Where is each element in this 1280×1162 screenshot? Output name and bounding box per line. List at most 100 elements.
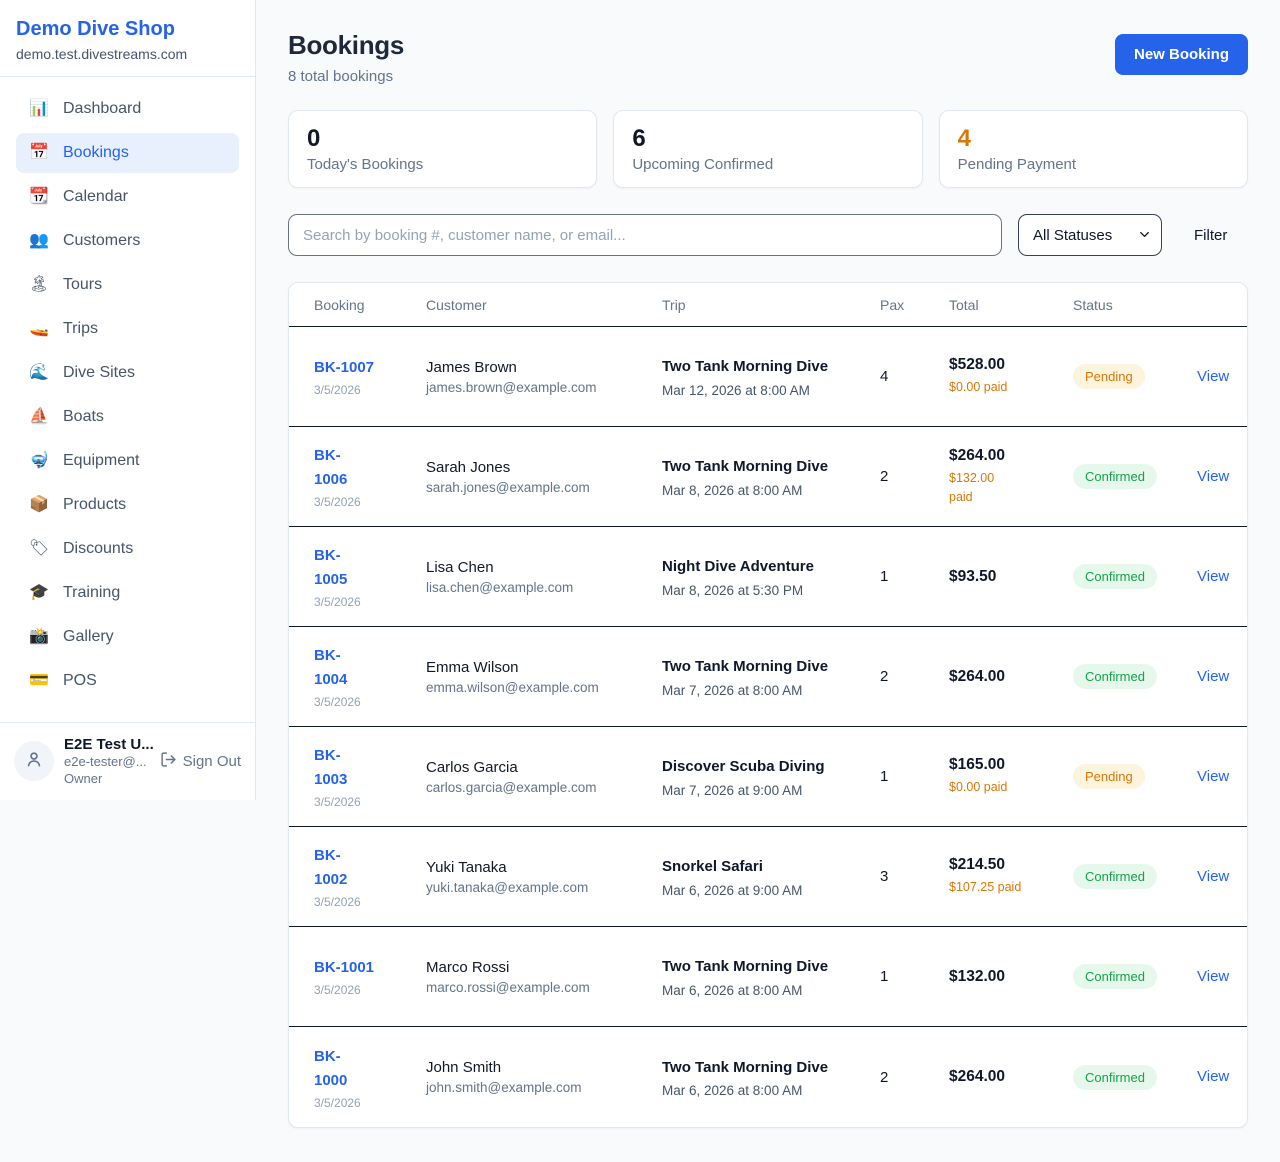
trip-datetime: Mar 7, 2026 at 8:00 AM — [662, 683, 880, 698]
view-link[interactable]: View — [1197, 368, 1229, 385]
avatar — [14, 741, 54, 781]
view-link[interactable]: View — [1197, 968, 1229, 985]
booking-date: 3/5/2026 — [314, 1096, 426, 1110]
stat-card-pending-payment: 4 Pending Payment — [939, 110, 1248, 188]
table-row: BK-1006 3/5/2026 Sarah Jones sarah.jones… — [289, 427, 1247, 527]
tear-off-calendar-icon: 📆 — [28, 189, 50, 205]
booking-id-link[interactable]: BK-1003 — [314, 744, 356, 792]
table-body: BK-1007 3/5/2026 James Brown james.brown… — [289, 327, 1247, 1127]
stat-label: Upcoming Confirmed — [632, 156, 903, 173]
customer-email: sarah.jones@example.com — [426, 480, 662, 495]
customer-name: Carlos Garcia — [426, 759, 662, 776]
page-subtitle: 8 total bookings — [288, 68, 404, 85]
column-header-booking: Booking — [314, 297, 426, 313]
trip-datetime: Mar 8, 2026 at 5:30 PM — [662, 583, 880, 598]
customer-name: Yuki Tanaka — [426, 859, 662, 876]
booking-id-link[interactable]: BK-1002 — [314, 844, 356, 892]
paid-amount: $132.00 paid — [949, 469, 999, 507]
stat-card-upcoming-confirmed: 6 Upcoming Confirmed — [613, 110, 922, 188]
status-filter-wrap: All Statuses — [1018, 214, 1162, 256]
status-badge: Pending — [1073, 364, 1145, 389]
booking-id-link[interactable]: BK-1004 — [314, 644, 356, 692]
view-link[interactable]: View — [1197, 668, 1229, 685]
camera-icon: 📸 — [28, 629, 50, 645]
status-badge: Confirmed — [1073, 564, 1157, 589]
column-header-status: Status — [1073, 297, 1197, 313]
paid-amount: $0.00 paid — [949, 778, 1073, 797]
sidebar-item-tours[interactable]: 🏝 Tours — [16, 265, 239, 305]
sidebar-item-boats[interactable]: ⛵ Boats — [16, 397, 239, 437]
search-input[interactable] — [288, 214, 1002, 256]
pax-count: 1 — [880, 968, 949, 985]
paid-amount: $107.25 paid — [949, 878, 1073, 897]
trip-name: Discover Scuba Diving — [662, 755, 834, 778]
booking-id-link[interactable]: BK-1001 — [314, 956, 374, 980]
user-info: E2E Test U... e2e-tester@... Owner — [64, 735, 150, 788]
trip-datetime: Mar 6, 2026 at 8:00 AM — [662, 983, 880, 998]
table-row: BK-1002 3/5/2026 Yuki Tanaka yuki.tanaka… — [289, 827, 1247, 927]
pax-count: 4 — [880, 368, 949, 385]
trip-datetime: Mar 12, 2026 at 8:00 AM — [662, 383, 880, 398]
status-badge: Confirmed — [1073, 664, 1157, 689]
pax-count: 1 — [880, 568, 949, 585]
sidebar-item-customers[interactable]: 👥 Customers — [16, 221, 239, 261]
main-content: Bookings 8 total bookings New Booking 0 … — [256, 0, 1280, 1158]
trip-name: Two Tank Morning Dive — [662, 455, 834, 478]
booking-date: 3/5/2026 — [314, 895, 426, 909]
people-icon: 👥 — [28, 233, 50, 249]
booking-id-link[interactable]: BK-1007 — [314, 356, 374, 380]
sidebar-item-equipment[interactable]: 🤿 Equipment — [16, 441, 239, 481]
island-icon: 🏝 — [28, 277, 50, 293]
wave-icon: 🌊 — [28, 365, 50, 381]
column-header-total: Total — [949, 297, 1073, 313]
view-link[interactable]: View — [1197, 568, 1229, 585]
sidebar-item-gallery[interactable]: 📸 Gallery — [16, 617, 239, 657]
sidebar-item-products[interactable]: 📦 Products — [16, 485, 239, 525]
table-row: BK-1005 3/5/2026 Lisa Chen lisa.chen@exa… — [289, 527, 1247, 627]
booking-date: 3/5/2026 — [314, 383, 426, 397]
sidebar-item-bookings[interactable]: 📅 Bookings — [16, 133, 239, 173]
view-link[interactable]: View — [1197, 468, 1229, 485]
customer-email: yuki.tanaka@example.com — [426, 880, 662, 895]
new-booking-button[interactable]: New Booking — [1115, 34, 1248, 75]
filter-button[interactable]: Filter — [1194, 227, 1227, 244]
booking-date: 3/5/2026 — [314, 983, 426, 997]
view-link[interactable]: View — [1197, 768, 1229, 785]
page-title-block: Bookings 8 total bookings — [288, 30, 404, 85]
total-amount: $264.00 — [949, 668, 1073, 686]
booking-date: 3/5/2026 — [314, 795, 426, 809]
trip-name: Two Tank Morning Dive — [662, 1056, 834, 1079]
status-filter-select[interactable]: All Statuses — [1018, 214, 1162, 256]
table-row: BK-1001 3/5/2026 Marco Rossi marco.rossi… — [289, 927, 1247, 1027]
sidebar-item-dashboard[interactable]: 📊 Dashboard — [16, 89, 239, 129]
page-header: Bookings 8 total bookings New Booking — [288, 30, 1248, 85]
sign-out-button[interactable]: Sign Out — [160, 751, 241, 772]
total-amount: $132.00 — [949, 968, 1073, 986]
page-title: Bookings — [288, 30, 404, 61]
sidebar-item-discounts[interactable]: 🏷 Discounts — [16, 529, 239, 569]
view-link[interactable]: View — [1197, 868, 1229, 885]
sign-out-icon — [160, 751, 177, 772]
customer-name: Lisa Chen — [426, 559, 662, 576]
pax-count: 2 — [880, 668, 949, 685]
stat-value: 6 — [632, 125, 903, 153]
booking-id-link[interactable]: BK-1000 — [314, 1045, 356, 1093]
booking-id-link[interactable]: BK-1006 — [314, 444, 356, 492]
stat-label: Pending Payment — [958, 156, 1229, 173]
view-link[interactable]: View — [1197, 1068, 1229, 1085]
sidebar-item-trips[interactable]: 🚤 Trips — [16, 309, 239, 349]
graduation-cap-icon: 🎓 — [28, 585, 50, 601]
sidebar-item-training[interactable]: 🎓 Training — [16, 573, 239, 613]
sidebar-item-calendar[interactable]: 📆 Calendar — [16, 177, 239, 217]
table-row: BK-1003 3/5/2026 Carlos Garcia carlos.ga… — [289, 727, 1247, 827]
sidebar-item-pos[interactable]: 💳 POS — [16, 661, 239, 701]
trip-name: Two Tank Morning Dive — [662, 655, 834, 678]
trip-name: Two Tank Morning Dive — [662, 355, 834, 378]
booking-id-link[interactable]: BK-1005 — [314, 544, 356, 592]
booking-date: 3/5/2026 — [314, 595, 426, 609]
total-amount: $264.00 — [949, 1068, 1073, 1086]
sidebar-item-dive-sites[interactable]: 🌊 Dive Sites — [16, 353, 239, 393]
table-row: BK-1007 3/5/2026 James Brown james.brown… — [289, 327, 1247, 427]
customer-name: Sarah Jones — [426, 459, 662, 476]
table-header-row: Booking Customer Trip Pax Total Status — [289, 283, 1247, 327]
